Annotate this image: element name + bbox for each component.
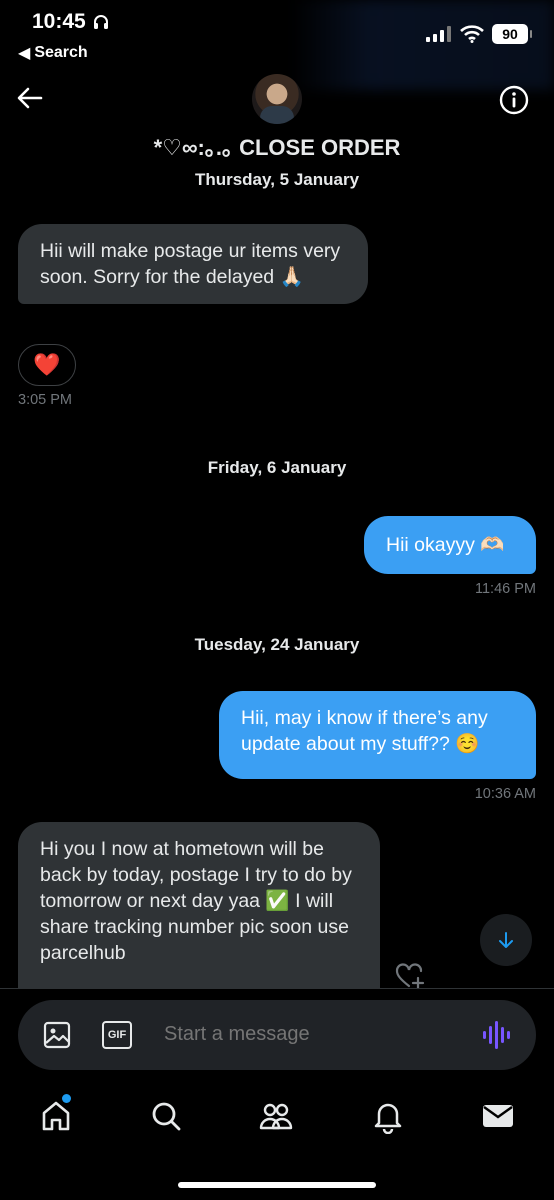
back-arrow-icon[interactable]	[14, 82, 46, 114]
status-time: 10:45	[32, 10, 110, 34]
add-reaction-icon[interactable]	[394, 962, 426, 990]
status-bar: 10:45 ◀ Search 90	[0, 0, 554, 90]
message-input[interactable]	[164, 1023, 454, 1046]
image-icon[interactable]	[42, 1020, 72, 1050]
date-separator: Thursday, 5 January	[194, 170, 360, 189]
signal-icon	[426, 26, 451, 42]
wifi-icon	[460, 25, 484, 43]
communities-icon[interactable]	[258, 1098, 294, 1134]
voice-icon[interactable]	[482, 1018, 512, 1052]
conversation-header: *♡∞:｡.｡ CLOSE ORDER	[0, 68, 554, 168]
home-icon[interactable]	[38, 1098, 74, 1134]
message-timestamp: 3:05 PM	[18, 392, 72, 408]
message-timestamp: 10:36 AM	[474, 786, 536, 802]
clock-text: 10:45	[32, 10, 86, 33]
message-timestamp: 11:46 PM	[475, 581, 536, 597]
messages-icon[interactable]	[480, 1098, 516, 1134]
notification-dot	[62, 1094, 71, 1103]
search-icon[interactable]	[148, 1098, 184, 1134]
message-bubble-incoming[interactable]: Hi you I now at hometown will be back by…	[18, 822, 380, 988]
bottom-navigation	[0, 1088, 554, 1148]
date-separator: Tuesday, 24 January	[194, 635, 360, 654]
message-bubble-incoming[interactable]: Hii will make postage ur items very soon…	[18, 224, 368, 304]
headphones-icon	[93, 15, 108, 29]
home-indicator	[178, 1182, 376, 1188]
status-back-link[interactable]: ◀ Search	[18, 43, 88, 63]
gif-icon[interactable]: GIF	[102, 1021, 132, 1049]
compose-bar: GIF	[18, 1000, 536, 1070]
conversation-title: *♡∞:｡.｡ CLOSE ORDER	[153, 135, 401, 160]
divider	[0, 988, 554, 989]
battery-level: 90	[502, 26, 518, 42]
back-triangle-icon: ◀	[18, 45, 31, 62]
notifications-icon[interactable]	[370, 1098, 406, 1134]
avatar[interactable]	[252, 74, 302, 124]
heart-reaction-icon: ❤️	[33, 352, 61, 377]
gif-label: GIF	[107, 1029, 127, 1041]
date-separator: Friday, 6 January	[207, 458, 347, 477]
info-icon[interactable]	[498, 84, 530, 116]
status-back-label: Search	[34, 44, 88, 61]
status-indicators: 90	[426, 24, 532, 44]
scroll-to-bottom-button[interactable]	[480, 914, 532, 966]
reaction-badge[interactable]: ❤️	[18, 344, 76, 386]
battery-icon: 90	[492, 24, 532, 44]
message-bubble-outgoing[interactable]: Hii okayyy 🫶🏻	[364, 516, 536, 574]
arrow-down-icon	[499, 932, 513, 948]
message-bubble-outgoing[interactable]: Hii, may i know if there’s any update ab…	[219, 691, 536, 779]
